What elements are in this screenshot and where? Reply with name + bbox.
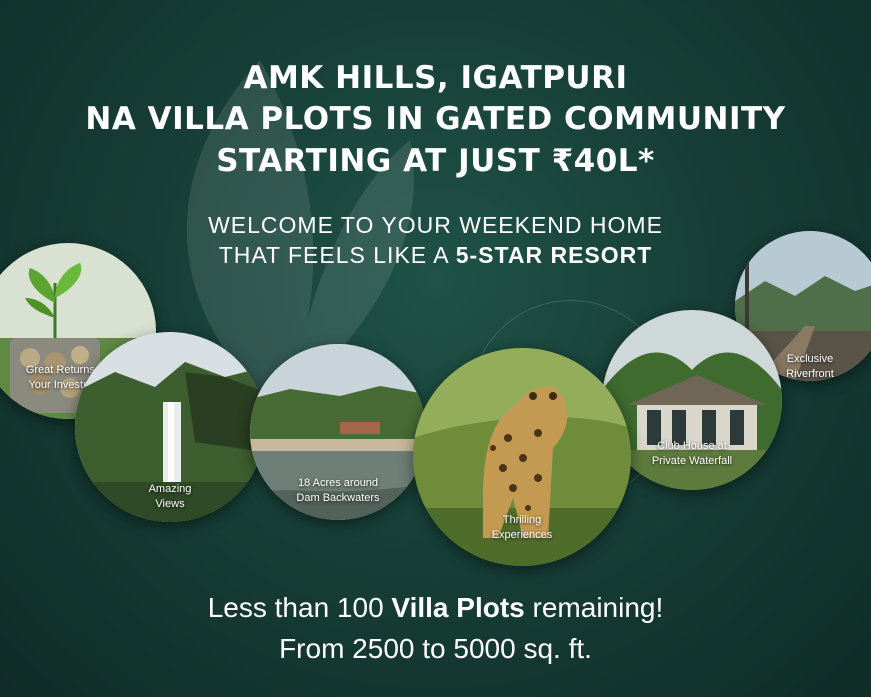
footer-suffix: remaining! — [524, 592, 664, 623]
feature-lake: 18 Acres around Dam Backwaters — [250, 344, 426, 520]
plot-size-range: From 2500 to 5000 sq. ft. — [279, 633, 592, 664]
headline-line-1: AMK HILLS, IGATPURI — [243, 60, 628, 96]
feature-caption: 18 Acres around Dam Backwaters — [296, 477, 380, 504]
plots-remaining-text: Less than 100 Villa Plots remaining! — [0, 592, 871, 624]
subheadline-prefix: THAT FEELS LIKE A — [218, 242, 456, 268]
feature-caption: Thrilling Experiences — [491, 514, 553, 541]
feature-experiences: Thrilling Experiences — [413, 348, 631, 566]
subheadline-bold: 5-STAR RESORT — [455, 242, 653, 268]
headline-line-3: STARTING AT JUST ₹40L* — [216, 143, 655, 179]
feature-caption: Amazing Views — [148, 483, 192, 510]
headline-line-2: NA VILLA PLOTS IN GATED COMMUNITY — [85, 101, 786, 137]
feature-views: Amazing Views — [75, 332, 265, 522]
footer-prefix: Less than 100 — [207, 592, 392, 623]
footer-bold: Villa Plots — [391, 592, 525, 623]
